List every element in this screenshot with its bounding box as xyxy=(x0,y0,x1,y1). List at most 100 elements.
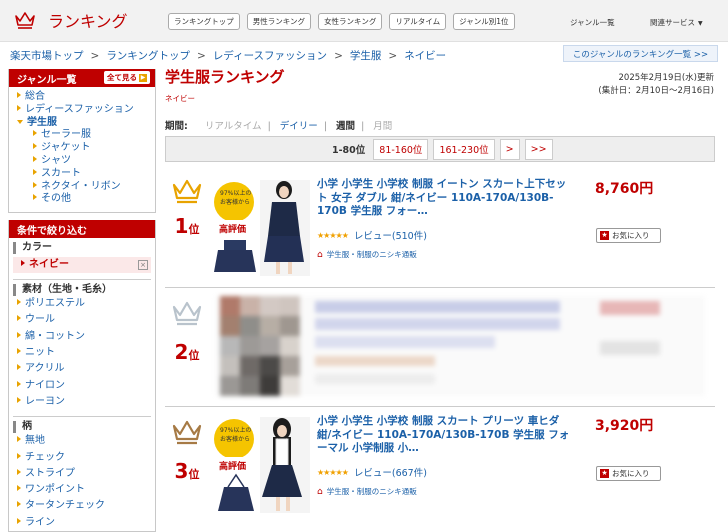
material-item[interactable]: ニット xyxy=(9,345,155,361)
triangle-down-icon xyxy=(17,119,23,124)
badge-line1: 97%以上の xyxy=(220,427,252,434)
review-link[interactable]: レビュー(510件) xyxy=(354,228,427,242)
material-item[interactable]: ポリエステル xyxy=(9,296,155,312)
pattern-item[interactable]: 無地 xyxy=(9,433,155,449)
rank-number-value: 3 xyxy=(174,459,189,483)
material-item[interactable]: アクリル xyxy=(9,361,155,377)
material-section: 素材（生地・毛糸） ポリエステル ウール 綿・コットン ニット アクリル ナイロ… xyxy=(9,280,155,410)
material-label: レーヨン xyxy=(25,395,65,407)
genre-label: レディースファッション xyxy=(25,103,134,115)
material-item[interactable]: ナイロン xyxy=(9,378,155,394)
subgenre-tie[interactable]: ネクタイ・リボン xyxy=(17,181,155,194)
breadcrumb-school-uniform[interactable]: 学生服 xyxy=(350,48,382,63)
pattern-item[interactable]: チェック xyxy=(9,450,155,466)
nav-male-ranking[interactable]: 男性ランキング xyxy=(246,13,312,30)
subgenre-skirt[interactable]: スカート xyxy=(17,168,155,181)
plus-icon: ★ xyxy=(600,469,609,478)
product-image[interactable]: 97%以上の お客様から 高評価 xyxy=(214,417,310,513)
show-all-button[interactable]: 全て見る ▶ xyxy=(104,71,150,84)
subgenre-sailor[interactable]: セーラー服 xyxy=(17,129,155,142)
rank-number: 1位 xyxy=(171,216,203,240)
pattern-item[interactable]: ワンポイント xyxy=(9,482,155,498)
pagination: 1-80位 81-160位 161-230位 > >> xyxy=(165,136,715,162)
triangle-right-icon xyxy=(33,168,37,175)
period-daily[interactable]: デイリー xyxy=(280,121,318,132)
favorite-button[interactable]: ★ お気に入り xyxy=(596,466,661,481)
page-next-button[interactable]: > xyxy=(499,138,520,160)
material-item[interactable]: ウール xyxy=(9,312,155,328)
triangle-right-icon xyxy=(17,348,21,355)
filter-box: 条件で絞り込む カラー ネイビー × 素材（生地・毛糸） ポリエステル ウール 綿… xyxy=(8,220,156,532)
shop-icon: ⌂ xyxy=(317,486,323,497)
genre-label-current: 学生服 xyxy=(27,116,57,128)
breadcrumb-sep: > xyxy=(197,49,206,62)
page-last-button[interactable]: >> xyxy=(524,138,553,160)
rank-number-value: 1 xyxy=(174,214,189,238)
genre-item-ladies[interactable]: レディースファッション xyxy=(17,104,155,117)
breadcrumb-ranking-top[interactable]: ランキングトップ xyxy=(106,48,190,63)
pattern-label: ストライプ xyxy=(25,467,75,479)
update-date: 2025年2月19日(水)更新 (集計日：2月10日～2月16日) xyxy=(598,72,714,98)
pattern-title: 柄 xyxy=(13,421,155,434)
main-content: 学生服ランキング ネイビー 2025年2月19日(水)更新 (集計日：2月10日… xyxy=(165,66,720,162)
material-label: アクリル xyxy=(25,363,65,375)
pattern-item[interactable]: ストライプ xyxy=(9,466,155,482)
review-row: ★★★★★ レビュー(667件) xyxy=(317,465,427,480)
material-title: 素材（生地・毛糸） xyxy=(13,284,155,297)
nav-female-ranking[interactable]: 女性ランキング xyxy=(318,13,383,30)
logo-text: ランキング xyxy=(48,12,128,31)
ranking-item-2: 2位 xyxy=(165,288,715,406)
breadcrumb: 楽天市場トップ > ランキングトップ > レディースファッション > 学生服 > ネイビ… xyxy=(10,48,446,63)
page-current: 1-80位 xyxy=(332,145,366,156)
color-filter-selected[interactable]: ネイビー × xyxy=(13,257,151,274)
badge-line2: お客様から xyxy=(220,199,251,206)
triangle-right-icon xyxy=(21,260,25,267)
rank-number: 2位 xyxy=(171,342,203,366)
shop-link[interactable]: 学生服・制服のニシキ通販 xyxy=(327,486,417,497)
genre-item-overall[interactable]: 総合 xyxy=(17,91,155,104)
subgenre-other[interactable]: その他 xyxy=(17,193,155,206)
pattern-label: チェック xyxy=(25,451,65,463)
pattern-label: 無地 xyxy=(25,435,45,447)
genre-list-head: ジャンル一覧 全て見る ▶ xyxy=(9,69,155,87)
favorite-button[interactable]: ★ お気に入り xyxy=(596,228,661,243)
aggregation-period: (集計日：2月10日～2月16日) xyxy=(598,86,714,96)
material-item[interactable]: レーヨン xyxy=(9,394,155,410)
genre-item-school-uniform[interactable]: 学生服 xyxy=(17,117,155,130)
genre-ranking-list-link[interactable]: このジャンルのランキング一覧 >> xyxy=(563,45,718,62)
shop-link[interactable]: 学生服・制服のニシキ通販 xyxy=(327,249,417,260)
related-services-link[interactable]: 関連サービス ▼ xyxy=(650,17,703,28)
ranking-nav: ランキングトップ 男性ランキング 女性ランキング リアルタイム ジャンル別1位 xyxy=(168,13,522,30)
shop-icon: ⌂ xyxy=(317,249,323,260)
breadcrumb-ladies-fashion[interactable]: レディースファッション xyxy=(213,48,327,63)
ranking-logo[interactable]: ランキング xyxy=(14,8,128,32)
review-link[interactable]: レビュー(667件) xyxy=(354,465,427,479)
nav-ranking-top[interactable]: ランキングトップ xyxy=(168,13,240,30)
nav-genre-first[interactable]: ジャンル別1位 xyxy=(453,13,515,30)
triangle-right-icon xyxy=(33,155,37,162)
related-services-label: 関連サービス xyxy=(650,18,695,27)
product-title-link[interactable]: 小学 小学生 小学校 制服 イートン スカート上下セット 女子 ダブル 紺/ネイ… xyxy=(317,178,572,219)
material-item[interactable]: 綿・コットン xyxy=(9,329,155,345)
pattern-label: タータンチェック xyxy=(25,500,105,512)
genre-list-link[interactable]: ジャンル一覧 xyxy=(570,17,615,28)
genre-box: ジャンル一覧 全て見る ▶ 総合 レディースファッション 学生服 セーラー服 ジャ… xyxy=(8,69,156,214)
page-81-160[interactable]: 81-160位 xyxy=(373,138,429,160)
close-icon[interactable]: × xyxy=(138,260,148,271)
period-sep: | xyxy=(323,121,328,132)
page-161-230[interactable]: 161-230位 xyxy=(433,138,495,160)
subgenre-jacket[interactable]: ジャケット xyxy=(17,142,155,155)
product-title-link[interactable]: 小学 小学生 小学校 制服 スカート プリーツ 車ヒダ 紺/ネイビー 110A-… xyxy=(317,415,572,456)
genre-label: 総合 xyxy=(25,91,45,102)
arrow-right-icon: ▶ xyxy=(139,73,147,82)
breadcrumb-navy[interactable]: ネイビー xyxy=(404,48,446,63)
product-image[interactable]: 97%以上の お客様から 高評価 xyxy=(214,180,310,276)
triangle-right-icon xyxy=(17,299,21,306)
material-label: ナイロン xyxy=(25,379,65,391)
pattern-item[interactable]: タータンチェック xyxy=(9,498,155,514)
breadcrumb-rakuten-top[interactable]: 楽天市場トップ xyxy=(10,48,84,63)
ranking-item-1: 1位 97%以上の お客様から 高評価 小学 小学生 小学校 制服 イートン ス… xyxy=(165,170,715,286)
nav-realtime[interactable]: リアルタイム xyxy=(389,13,447,30)
subgenre-shirt[interactable]: シャツ xyxy=(17,155,155,168)
review-row: ★★★★★ レビュー(510件) xyxy=(317,228,427,243)
